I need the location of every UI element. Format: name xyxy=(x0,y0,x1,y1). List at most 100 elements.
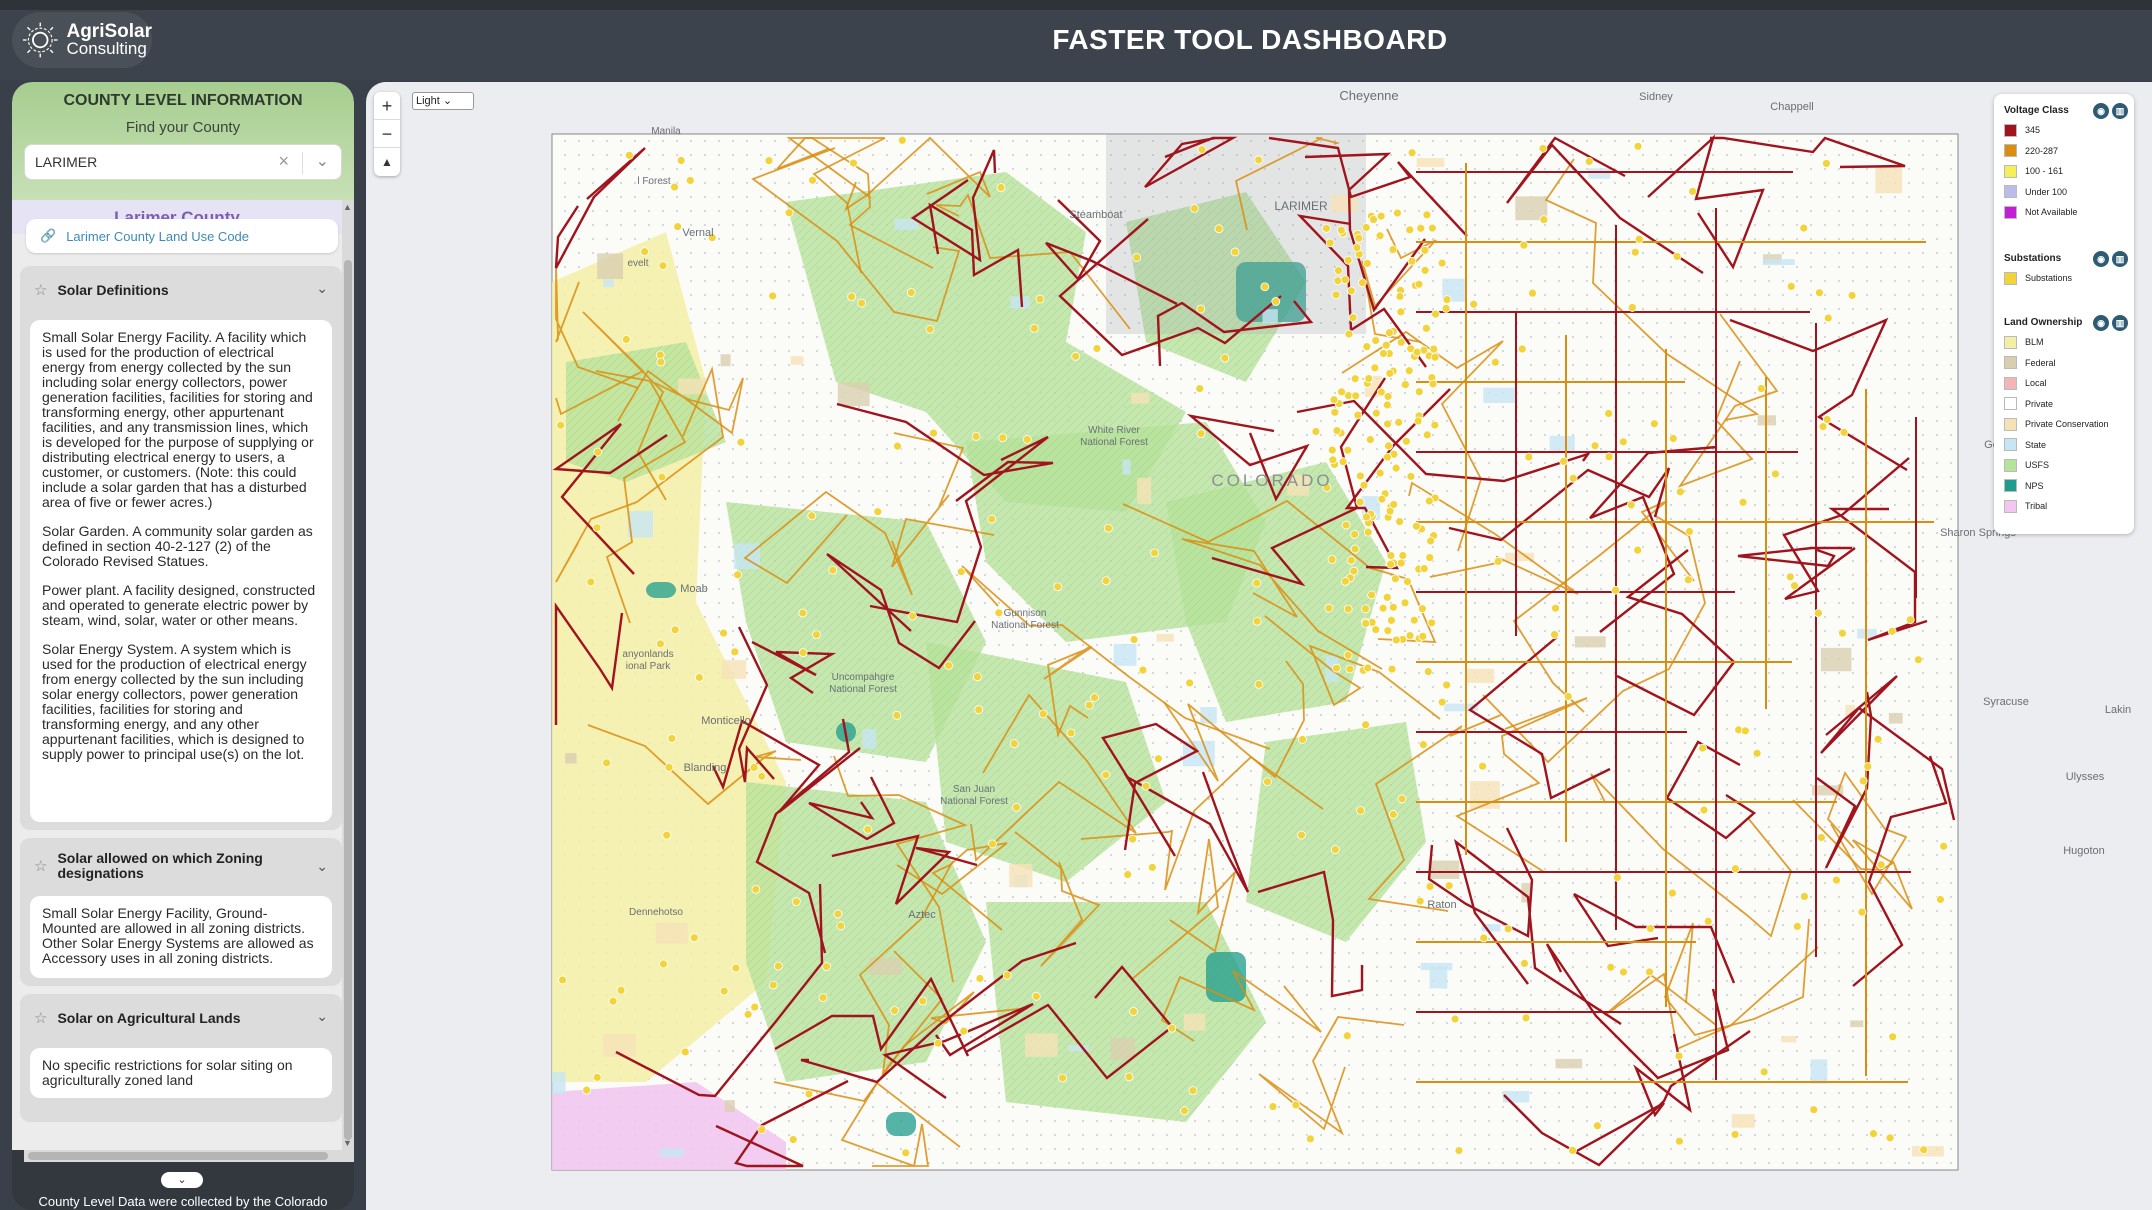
land-use-code-link[interactable]: 🔗 Larimer County Land Use Code xyxy=(26,219,338,253)
map-canvas[interactable]: CheyenneSidneyChappellLARIMERCOLORADOGoo… xyxy=(366,82,2152,1210)
substation-point xyxy=(1297,830,1306,840)
legend-swatch xyxy=(2004,185,2017,199)
substation-point xyxy=(1230,247,1240,257)
land-parcel xyxy=(862,728,877,749)
legend-item: USFS xyxy=(2004,455,2128,476)
map-place-label: Steamboat xyxy=(1069,209,1122,221)
chevron-down-icon[interactable]: ⌄ xyxy=(316,858,328,875)
substation-point xyxy=(1857,907,1867,917)
substation-point xyxy=(1331,290,1341,300)
land-parcel xyxy=(869,957,902,975)
scrollbar-thumb[interactable] xyxy=(28,1152,328,1160)
solar-definitions-header[interactable]: ☆ Solar Definitions ⌄ xyxy=(20,266,342,314)
substation-point xyxy=(743,1009,753,1019)
reset-north-button[interactable]: ▲ xyxy=(374,148,400,176)
zoning-content: Small Solar Energy Facility, Ground-Moun… xyxy=(30,896,332,978)
visibility-eye-icon[interactable]: ◉ xyxy=(2093,251,2109,267)
substation-point xyxy=(1195,384,1205,393)
substation-point xyxy=(1252,578,1262,588)
substation-point xyxy=(1770,469,1780,479)
substation-point xyxy=(1153,754,1163,764)
substation-point xyxy=(1012,802,1021,812)
substation-point xyxy=(1413,416,1423,426)
substation-point xyxy=(1090,693,1099,702)
chevron-down-icon[interactable]: ⌄ xyxy=(316,151,329,171)
substation-point xyxy=(1396,558,1406,568)
map-view[interactable]: CheyenneSidneyChappellLARIMERCOLORADOGoo… xyxy=(366,82,2152,1210)
substation-point xyxy=(1123,870,1133,879)
substation-point xyxy=(1450,1014,1460,1024)
pin-icon[interactable]: ☆ xyxy=(34,1009,47,1027)
substation-point xyxy=(1348,313,1358,323)
substation-point xyxy=(657,472,667,482)
substation-point xyxy=(1612,873,1622,882)
trash-icon[interactable]: ▥ xyxy=(2112,251,2128,267)
scroll-down-icon[interactable]: ▼ xyxy=(343,1138,352,1148)
land-parcel xyxy=(603,279,614,288)
substation-point xyxy=(1370,363,1380,373)
top-bar: AgriSolar Consulting FASTER TOOL DASHBOA… xyxy=(0,0,2152,80)
panel-horizontal-scrollbar[interactable] xyxy=(24,1150,354,1162)
map-place-label: Hugoton xyxy=(2063,845,2105,857)
land-parcel xyxy=(720,354,731,367)
substation-point xyxy=(784,208,794,218)
substation-point xyxy=(1634,234,1644,244)
substation-point xyxy=(994,608,1004,618)
substation-point xyxy=(996,183,1006,192)
voltage-class-legend: Voltage Class ◉ ▥ 345 220-287 100 - 161 Unde… xyxy=(2004,102,2128,223)
land-parcel xyxy=(1428,860,1460,879)
company-logo[interactable]: AgriSolar Consulting xyxy=(12,12,152,68)
substation-point xyxy=(1214,224,1224,234)
substation-point xyxy=(1336,225,1346,235)
pin-icon[interactable]: ☆ xyxy=(34,857,47,875)
scrollbar-thumb[interactable] xyxy=(344,260,352,1140)
substation-point xyxy=(1685,527,1694,536)
land-parcel xyxy=(721,660,747,679)
substation-point xyxy=(1066,728,1076,738)
panel-body[interactable]: Larimer County 🔗 Larimer County Land Use… xyxy=(12,200,354,1150)
zoom-out-button[interactable]: − xyxy=(374,120,400,148)
visibility-eye-icon[interactable]: ◉ xyxy=(2093,103,2109,119)
substation-point xyxy=(1428,379,1438,389)
substation-point xyxy=(1385,368,1395,378)
substation-point xyxy=(1351,391,1361,401)
substation-point xyxy=(1520,959,1529,968)
visibility-eye-icon[interactable]: ◉ xyxy=(2093,315,2109,331)
legend-item: 100 - 161 xyxy=(2004,161,2128,182)
substation-point xyxy=(1469,299,1479,309)
land-parcel xyxy=(1025,1033,1058,1057)
panel-vertical-scrollbar[interactable]: ▲ ▼ xyxy=(342,200,354,1150)
scroll-up-icon[interactable]: ▲ xyxy=(343,202,352,212)
substation-point xyxy=(655,639,665,649)
substation-point xyxy=(1611,585,1621,595)
basemap-style-value: Light xyxy=(416,95,440,107)
substation-point xyxy=(822,962,832,972)
substation-point xyxy=(1406,472,1416,481)
substation-point xyxy=(1377,494,1387,504)
substation-point xyxy=(1327,555,1337,564)
trash-icon[interactable]: ▥ xyxy=(2112,315,2128,331)
substation-point xyxy=(1873,734,1883,744)
county-select[interactable]: LARIMER × ⌄ xyxy=(24,144,342,180)
agricultural-lands-header[interactable]: ☆ Solar on Agricultural Lands ⌄ xyxy=(20,994,342,1042)
collapse-panel-button[interactable]: ⌄ xyxy=(161,1172,203,1188)
substation-point xyxy=(1367,590,1376,600)
substation-point xyxy=(773,961,783,971)
zoom-in-button[interactable]: + xyxy=(374,92,400,120)
substation-point xyxy=(1394,417,1404,427)
substation-point xyxy=(1674,1051,1684,1061)
legend-item: Federal xyxy=(2004,353,2128,374)
basemap-style-select[interactable]: Light ⌄ xyxy=(412,92,474,110)
substation-point xyxy=(901,1148,911,1158)
clear-icon[interactable]: × xyxy=(278,151,289,172)
chevron-down-icon[interactable]: ⌄ xyxy=(316,1008,328,1025)
substation-point xyxy=(1538,144,1548,153)
trash-icon[interactable]: ▥ xyxy=(2112,103,2128,119)
land-parcel xyxy=(1888,712,1903,724)
chevron-down-icon[interactable]: ⌄ xyxy=(316,280,328,297)
substation-point xyxy=(757,1125,767,1135)
zoning-header[interactable]: ☆ Solar allowed on which Zoning designat… xyxy=(20,838,342,894)
pin-icon[interactable]: ☆ xyxy=(34,281,47,299)
substation-point xyxy=(1688,186,1698,196)
substation-point xyxy=(1132,253,1142,262)
